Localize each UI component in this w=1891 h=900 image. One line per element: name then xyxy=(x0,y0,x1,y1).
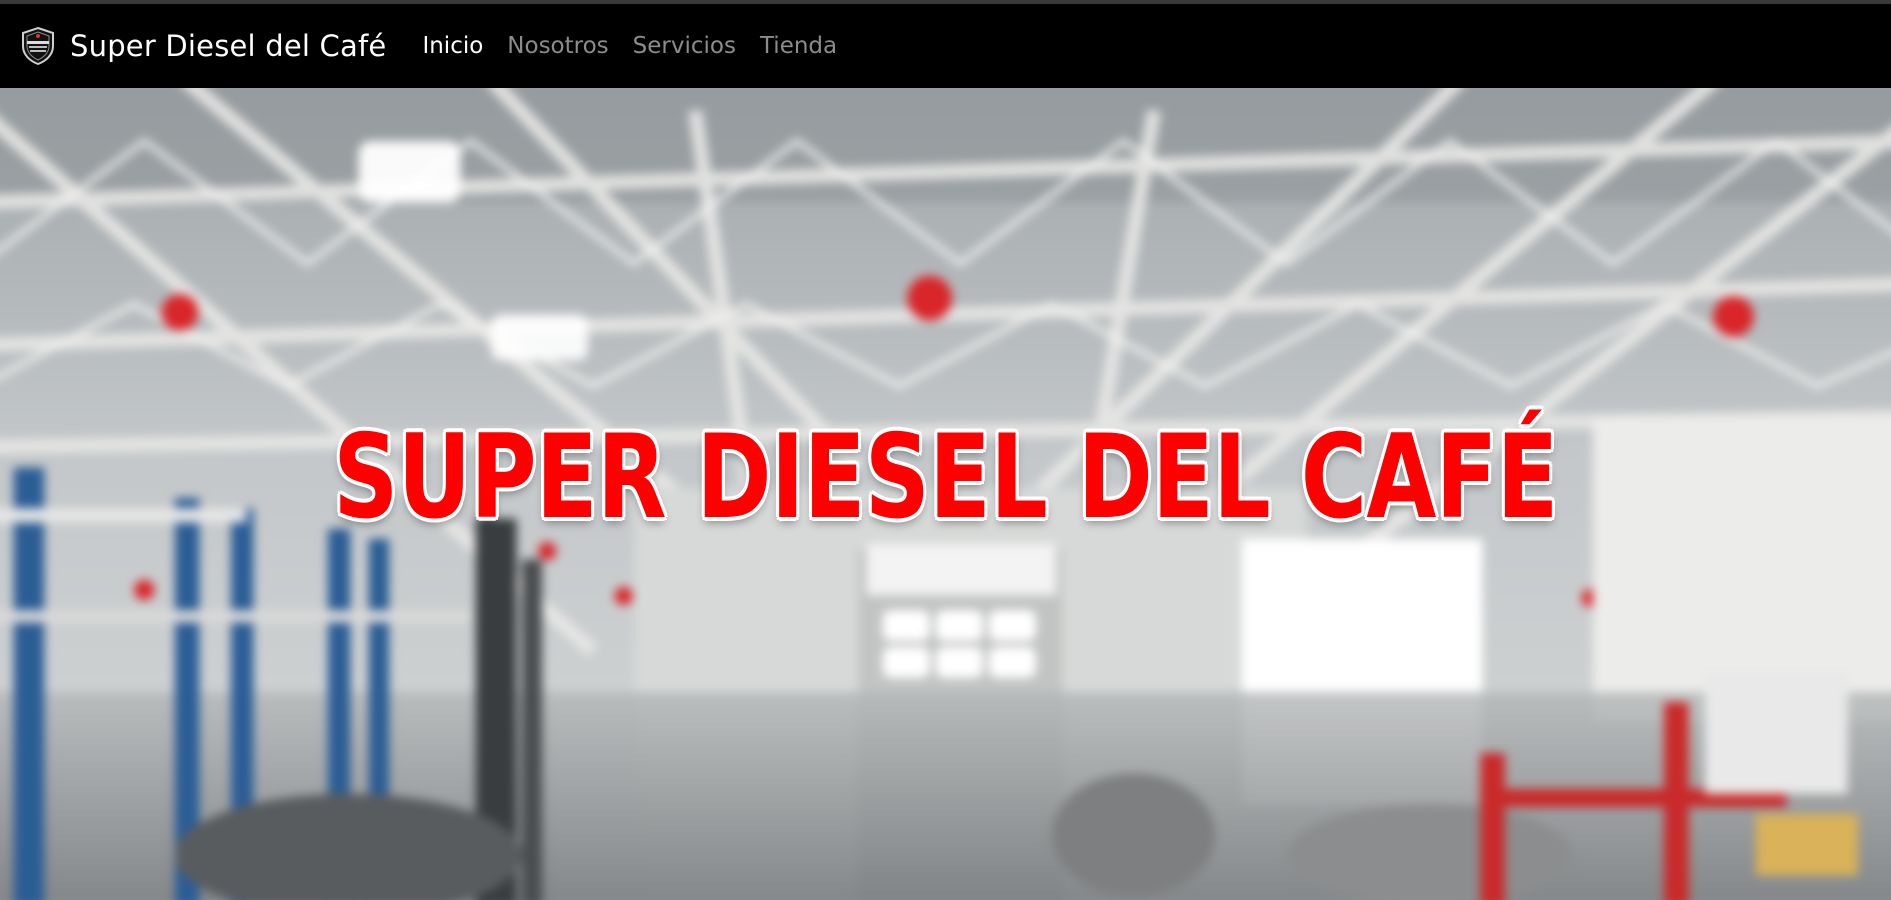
nav-link-inicio[interactable]: Inicio xyxy=(422,33,483,59)
nav-link-nosotros[interactable]: Nosotros xyxy=(507,33,608,59)
brand-link[interactable]: Super Diesel del Café xyxy=(18,26,386,66)
brand-name: Super Diesel del Café xyxy=(70,29,387,63)
hero-section: SUPER DIESEL DEL CAFÉ xyxy=(0,88,1891,900)
nav-link-servicios[interactable]: Servicios xyxy=(633,33,736,59)
shield-logo-icon xyxy=(22,26,54,66)
nav-links: Inicio Nosotros Servicios Tienda xyxy=(422,33,861,59)
nav-link-tienda[interactable]: Tienda xyxy=(760,33,837,59)
hero-title: SUPER DIESEL DEL CAFÉ xyxy=(333,410,1558,545)
top-navbar: Super Diesel del Café Inicio Nosotros Se… xyxy=(0,4,1891,88)
